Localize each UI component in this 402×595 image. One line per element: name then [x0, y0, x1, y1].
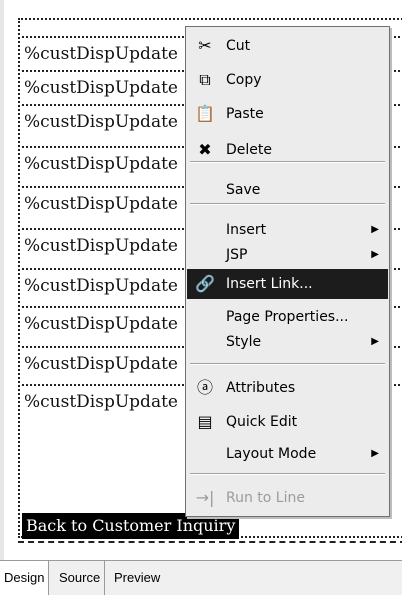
menu-item-attributes[interactable]: ⓐ Attributes — [187, 373, 388, 403]
menu-item-save[interactable]: Save — [187, 175, 388, 205]
menu-item-jsp[interactable]: JSP ▶ — [187, 240, 388, 270]
field-text: %custDispUpdate — [24, 276, 178, 296]
copy-icon: ⧉ — [199, 70, 211, 89]
field-text: %custDispUpdate — [24, 354, 178, 374]
context-menu: ✂ Cut ⧉ Copy 📋 Paste ✖ Delete Save Inser… — [185, 26, 390, 517]
menu-item-copy[interactable]: ⧉ Copy — [187, 65, 388, 95]
menu-separator — [190, 161, 385, 163]
paste-icon: 📋 — [195, 104, 215, 123]
field-text: %custDispUpdate — [24, 314, 178, 334]
menu-item-quick-edit[interactable]: ▤ Quick Edit — [187, 407, 388, 437]
tab-preview[interactable]: Preview — [110, 561, 164, 595]
menu-item-insert-link[interactable]: 🔗 Insert Link... — [187, 269, 388, 299]
delete-icon: ✖ — [198, 140, 212, 159]
field-text: %custDispUpdate — [24, 78, 178, 98]
divider — [18, 541, 402, 543]
attributes-icon: ⓐ — [196, 378, 213, 397]
tab-design[interactable]: Design — [0, 561, 50, 595]
field-text: %custDispUpdate — [24, 236, 178, 256]
submenu-arrow-icon: ▶ — [371, 336, 379, 347]
menu-item-layout-mode[interactable]: Layout Mode ▶ — [187, 439, 388, 469]
run-to-line-icon: →| — [195, 488, 215, 507]
menu-separator — [190, 363, 385, 365]
scissors-icon: ✂ — [198, 36, 212, 55]
link-icon: 🔗 — [195, 274, 215, 293]
submenu-arrow-icon: ▶ — [371, 249, 379, 260]
quick-edit-icon: ▤ — [197, 412, 213, 431]
menu-separator — [190, 473, 385, 475]
field-text: %custDispUpdate — [24, 392, 178, 412]
menu-item-style[interactable]: Style ▶ — [187, 327, 388, 357]
field-text: %custDispUpdate — [24, 154, 178, 174]
field-text: %custDispUpdate — [24, 194, 178, 214]
menu-item-run-to-line[interactable]: →| Run to Line — [187, 483, 388, 513]
menu-item-cut[interactable]: ✂ Cut — [187, 31, 388, 61]
field-text: %custDispUpdate — [24, 44, 178, 64]
field-text: %custDispUpdate — [24, 112, 178, 132]
submenu-arrow-icon: ▶ — [371, 448, 379, 459]
menu-item-paste[interactable]: 📋 Paste — [187, 99, 388, 129]
menu-separator — [190, 203, 385, 205]
editor-tab-bar: Design Source Preview — [0, 560, 402, 595]
tab-source[interactable]: Source — [55, 561, 106, 595]
